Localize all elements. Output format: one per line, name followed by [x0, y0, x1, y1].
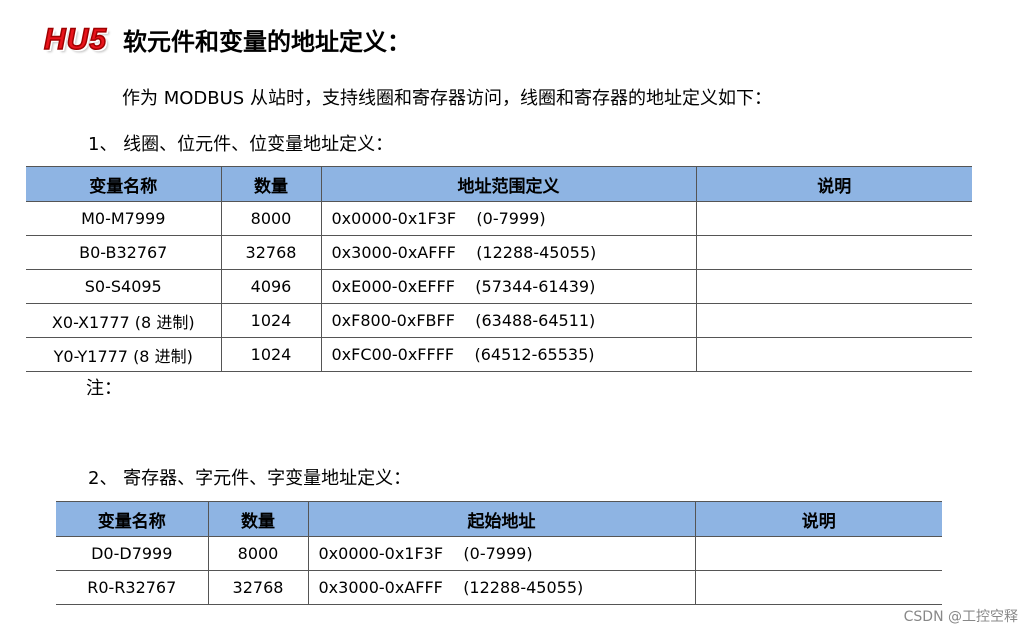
cell-desc	[695, 235, 972, 270]
cell-desc	[694, 570, 942, 605]
column-header-desc: 说明	[694, 501, 942, 537]
column-header-start-address: 起始地址	[307, 501, 695, 537]
section2-heading: 2、 寄存器、字元件、字变量地址定义：	[88, 468, 412, 489]
column-header-name: 变量名称	[26, 166, 221, 202]
cell-name: D0-D7999	[56, 536, 208, 571]
cell-name: Y0-Y1777 (8 进制)	[26, 337, 221, 372]
cell-desc	[695, 337, 972, 372]
cell-address: 0xE000-0xEFFF (57344-61439)	[320, 269, 696, 304]
cell-address: 0xF800-0xFBFF (63488-64511)	[320, 303, 696, 338]
cell-address: 0x0000-0x1F3F (0-7999)	[307, 536, 695, 571]
table-row: X0-X1777 (8 进制) 1024 0xF800-0xFBFF (6348…	[26, 303, 972, 338]
cell-name: R0-R32767	[56, 570, 208, 605]
table-row: B0-B32767 32768 0x3000-0xAFFF (12288-450…	[26, 235, 972, 270]
cell-count: 1024	[220, 337, 321, 372]
cell-count: 8000	[220, 201, 321, 236]
section1-heading: 1、 线圈、位元件、位变量地址定义：	[88, 134, 394, 155]
coil-address-table: 变量名称 数量 地址范围定义 说明 M0-M7999 8000 0x0000-0…	[26, 166, 972, 372]
table-header-row: 变量名称 数量 地址范围定义 说明	[26, 166, 972, 202]
cell-count: 8000	[207, 536, 308, 571]
heading: HU5 软元件和变量的地址定义：	[40, 22, 411, 57]
cell-name: X0-X1777 (8 进制)	[26, 303, 221, 338]
register-address-table: 变量名称 数量 起始地址 说明 D0-D7999 8000 0x0000-0x1…	[56, 501, 942, 605]
cell-name: B0-B32767	[26, 235, 221, 270]
note-label: 注：	[86, 378, 122, 399]
table-row: Y0-Y1777 (8 进制) 1024 0xFC00-0xFFFF (6451…	[26, 337, 972, 372]
cell-name: S0-S4095	[26, 269, 221, 304]
cell-count: 32768	[220, 235, 321, 270]
cell-count: 1024	[220, 303, 321, 338]
cell-desc	[694, 536, 942, 571]
table-header-row: 变量名称 数量 起始地址 说明	[56, 501, 942, 537]
column-header-count: 数量	[220, 166, 321, 202]
column-header-range: 地址范围定义	[320, 166, 696, 202]
table-row: R0-R32767 32768 0x3000-0xAFFF (12288-450…	[56, 570, 942, 605]
cell-address: 0x3000-0xAFFF (12288-45055)	[320, 235, 696, 270]
cell-desc	[695, 269, 972, 304]
page-title: 软元件和变量的地址定义：	[123, 28, 412, 56]
table-row: M0-M7999 8000 0x0000-0x1F3F (0-7999)	[26, 201, 972, 236]
cell-address: 0x0000-0x1F3F (0-7999)	[320, 201, 696, 236]
cell-desc	[695, 303, 972, 338]
column-header-count: 数量	[207, 501, 308, 537]
column-header-name: 变量名称	[56, 501, 208, 537]
table-row: D0-D7999 8000 0x0000-0x1F3F (0-7999)	[56, 536, 942, 571]
table-row: S0-S4095 4096 0xE000-0xEFFF (57344-61439…	[26, 269, 972, 304]
column-header-desc: 说明	[695, 166, 972, 202]
hu5-logo: HU5	[43, 22, 108, 56]
cell-address: 0x3000-0xAFFF (12288-45055)	[307, 570, 695, 605]
cell-count: 32768	[207, 570, 308, 605]
cell-desc	[695, 201, 972, 236]
cell-count: 4096	[220, 269, 321, 304]
csdn-watermark: CSDN @工控空释	[903, 609, 1018, 625]
cell-address: 0xFC00-0xFFFF (64512-65535)	[320, 337, 696, 372]
intro-paragraph: 作为 MODBUS 从站时，支持线圈和寄存器访问，线圈和寄存器的地址定义如下：	[122, 88, 772, 109]
cell-name: M0-M7999	[26, 201, 221, 236]
